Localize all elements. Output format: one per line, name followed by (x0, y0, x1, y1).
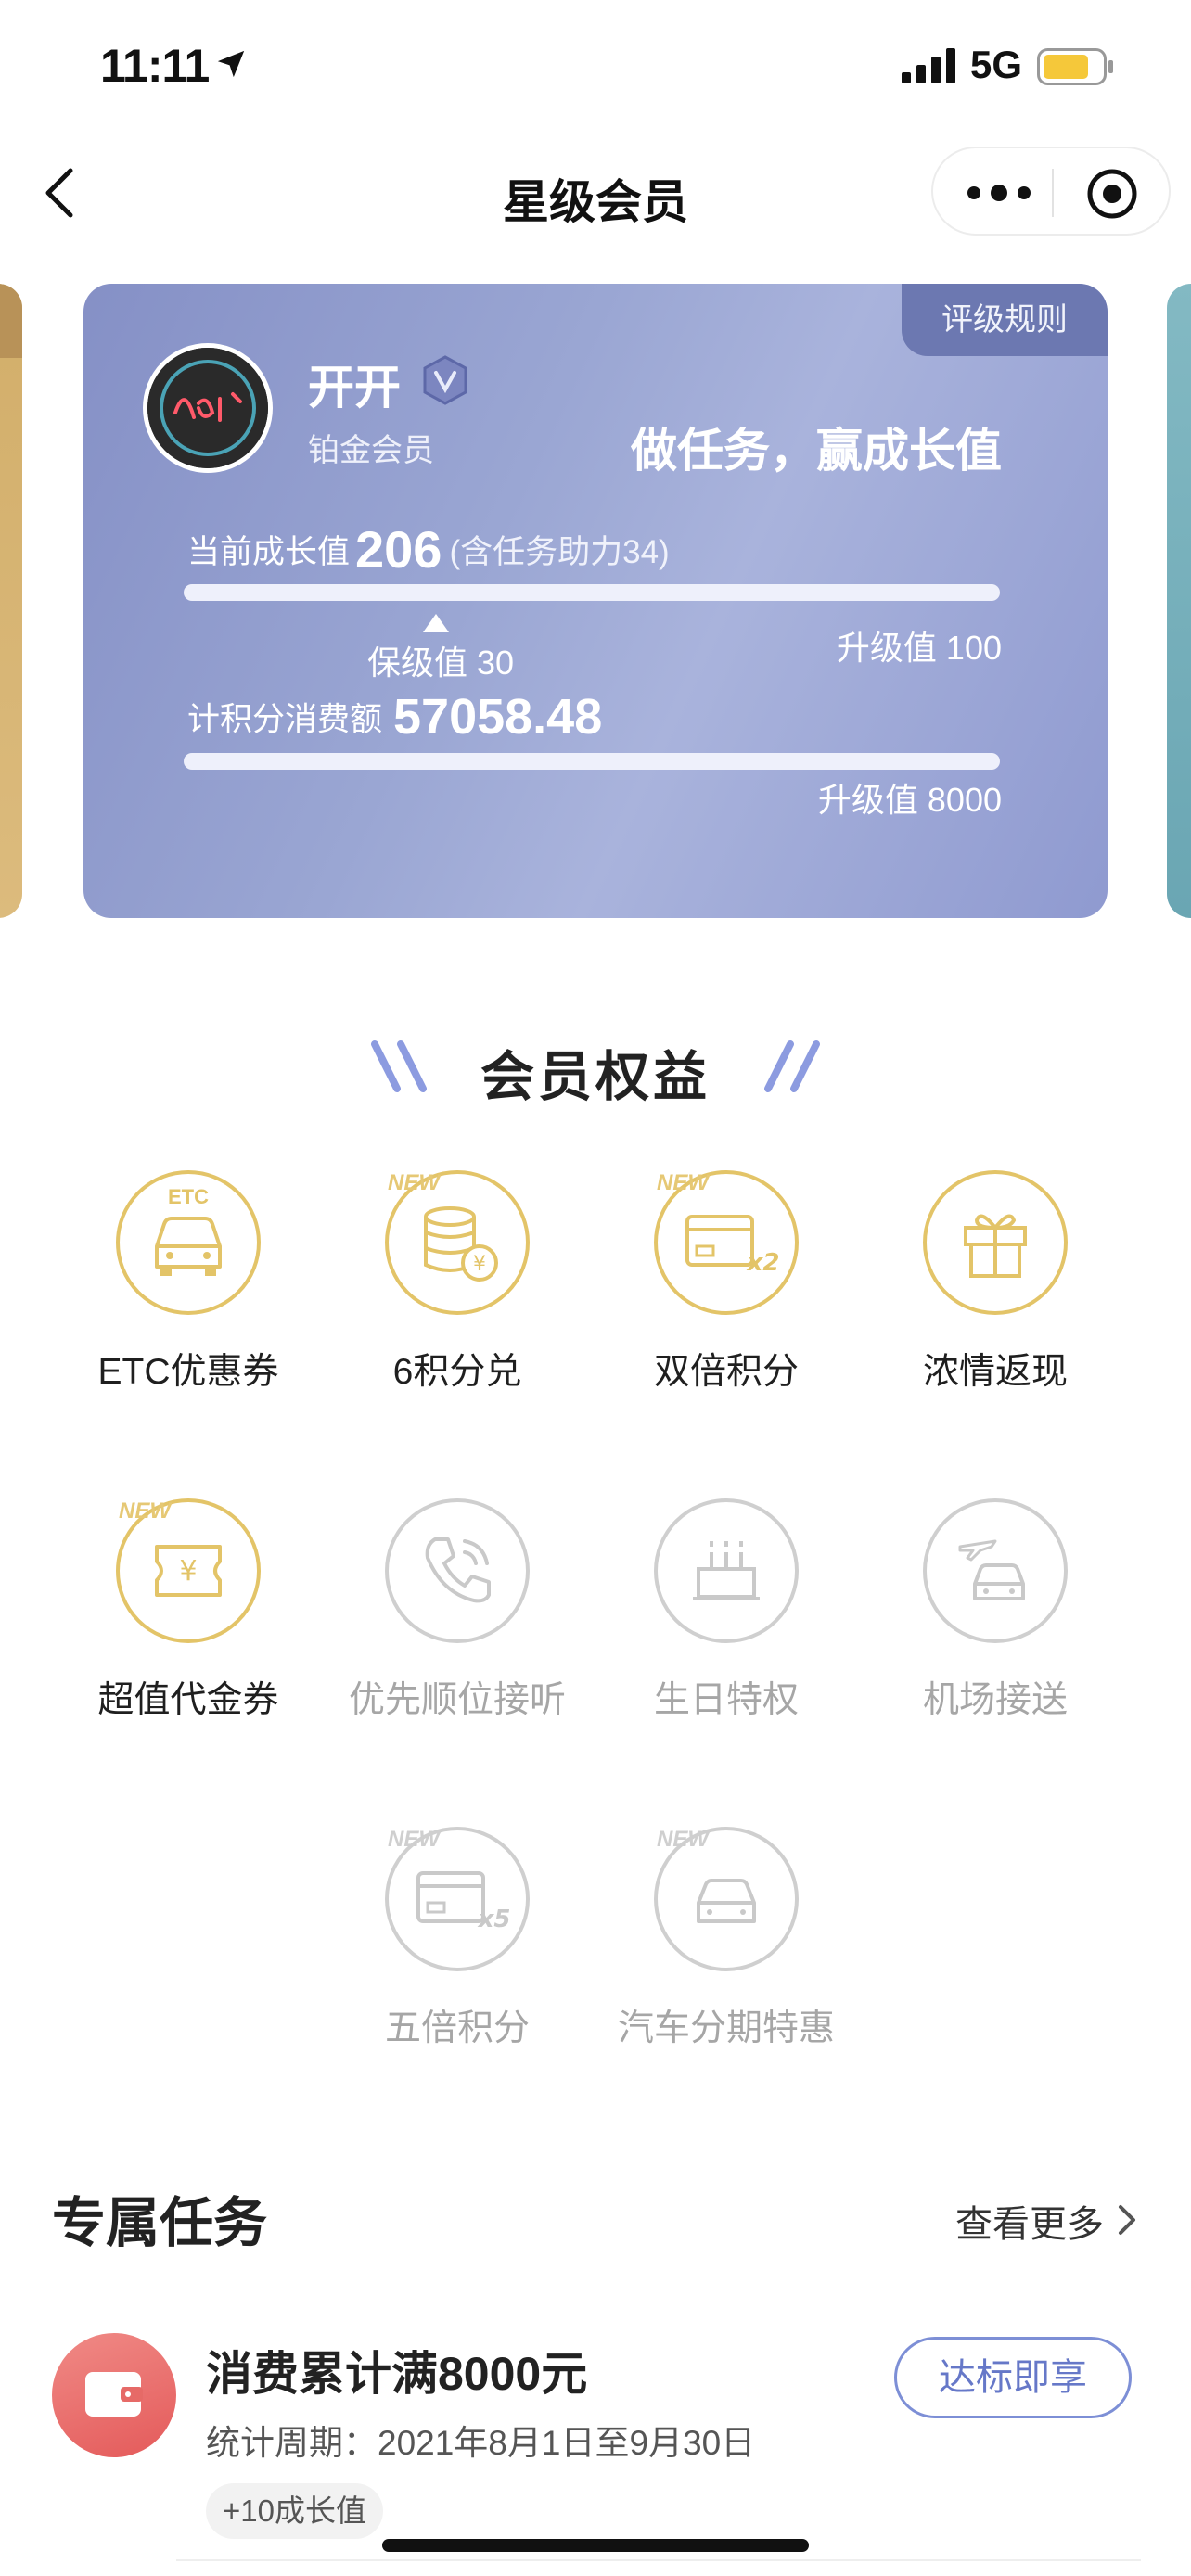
benefit-car-installment[interactable]: NEW 汽车分期特惠 (590, 1827, 859, 2049)
svg-text:¥: ¥ (473, 1253, 486, 1276)
growth-label: 当前成长值 (187, 534, 351, 570)
card-slogan: 做任务，赢成长值 (631, 425, 1002, 477)
user-name: 开开 (308, 362, 401, 414)
slash-decoration-icon (764, 1040, 820, 1092)
benefit-icon-ring (923, 1170, 1068, 1315)
benefit-label: 五倍积分 (384, 2009, 530, 2048)
airport-car-icon (958, 1539, 1025, 1600)
benefit-points-exchange[interactable]: ¥ NEW 6积分兑 (321, 1170, 590, 1393)
benefit-tag: ETC (168, 1185, 209, 1208)
location-arrow-icon (217, 50, 245, 78)
status-time: 11:11 (100, 40, 210, 92)
benefit-label: 超值代金券 (97, 1680, 279, 1720)
benefit-tag: NEW (119, 1498, 171, 1524)
task-icon (52, 2333, 176, 2457)
keep-level-value: 保级值 30 (367, 644, 515, 682)
svg-text:¥: ¥ (179, 1555, 197, 1588)
task-period: 统计周期：2021年8月1日至9月30日 (206, 2424, 756, 2462)
benefit-cashback[interactable]: 浓情返现 (859, 1170, 1128, 1393)
benefit-label: ETC优惠券 (97, 1352, 279, 1392)
benefit-label: 双倍积分 (653, 1352, 799, 1392)
spend-label: 计积分消费额 (187, 701, 383, 738)
benefit-icon-ring (923, 1498, 1068, 1643)
more-dots-icon[interactable] (965, 174, 1033, 211)
task-action-button[interactable]: 达标即享 (894, 2337, 1132, 2418)
benefit-label: 优先顺位接听 (348, 1680, 566, 1720)
benefit-label: 浓情返现 (922, 1352, 1068, 1392)
member-card: 评级规则 开开 铂金会员 做任务，赢成长值 当前成长值 206 (含任务助力34) … (83, 284, 1108, 918)
growth-value: 206 (355, 520, 442, 579)
mini-program-capsule (931, 147, 1171, 236)
keep-level-marker (423, 614, 449, 632)
benefit-tag: NEW (388, 1170, 440, 1195)
battery-icon (1037, 48, 1113, 85)
wallet-icon (85, 2372, 143, 2417)
next-level-card[interactable] (1167, 284, 1191, 918)
task-reward-badge: +10成长值 (206, 2483, 383, 2539)
member-level: 铂金会员 (308, 433, 434, 468)
benefit-label: 机场接送 (922, 1680, 1068, 1720)
benefit-double-points[interactable]: x2 NEW 双倍积分 (590, 1170, 859, 1393)
rating-rules-link[interactable]: 评级规则 (902, 284, 1108, 356)
svg-text:x5: x5 (477, 1906, 509, 1933)
benefit-label: 生日特权 (653, 1680, 799, 1720)
benefit-five-times-points[interactable]: x5 NEW 五倍积分 (321, 1827, 590, 2049)
growth-value-row: 当前成长值 206 (含任务助力34) (187, 519, 670, 580)
target-icon[interactable] (1085, 167, 1139, 221)
benefits-title: 会员权益 (480, 1047, 711, 1107)
avatar[interactable] (143, 343, 273, 473)
growth-progress-bar (184, 584, 1000, 601)
benefits-header: 会员权益 (0, 1027, 1191, 1111)
gift-icon (964, 1214, 1027, 1278)
benefit-icon-ring (654, 1498, 799, 1643)
benefit-priority-call[interactable]: 优先顺位接听 (321, 1498, 590, 1721)
benefit-airport-transfer[interactable]: 机场接送 (859, 1498, 1128, 1721)
card-x2-icon: x2 (685, 1215, 778, 1277)
spend-value: 57058.48 (393, 689, 603, 745)
see-more-link[interactable]: 查看更多 (955, 2194, 1104, 2248)
platinum-badge-icon (423, 355, 467, 405)
neon-avatar-image (147, 348, 268, 468)
tasks-title: 专属任务 (52, 2193, 268, 2253)
signal-icon (902, 48, 955, 83)
status-bar: 11:11 5G (0, 0, 1191, 130)
spend-progress-bar (184, 753, 1000, 770)
home-indicator[interactable] (382, 2539, 809, 2552)
nav-bar: 星级会员 (0, 139, 1191, 250)
benefit-voucher[interactable]: ¥ NEW 超值代金券 (52, 1498, 321, 1721)
card-x5-icon: x5 (416, 1871, 509, 1933)
spend-upgrade-value: 升级值 8000 (817, 781, 1002, 819)
slash-decoration-icon (371, 1040, 427, 1092)
svg-text:x2: x2 (746, 1249, 778, 1277)
birthday-cake-icon (693, 1541, 760, 1600)
chevron-right-icon[interactable] (1115, 2200, 1141, 2240)
benefit-tag: NEW (388, 1827, 440, 1852)
benefit-tag: NEW (657, 1170, 709, 1195)
benefit-icon-ring (385, 1498, 530, 1643)
spend-row: 计积分消费额 57058.48 (187, 688, 602, 746)
divider (176, 2559, 1141, 2561)
growth-upgrade-value: 升级值 100 (836, 629, 1002, 667)
voucher-icon: ¥ (155, 1545, 222, 1597)
phone-icon (425, 1537, 491, 1603)
benefit-etc-coupon[interactable]: ETC ETC优惠券 (52, 1170, 321, 1393)
car-installment-icon (697, 1879, 756, 1923)
capsule-divider (1052, 169, 1054, 217)
task-name: 消费累计满8000元 (206, 2348, 588, 2400)
growth-note: (含任务助力34) (449, 534, 670, 570)
coin-stack-icon: ¥ (424, 1206, 498, 1282)
benefit-tag: NEW (657, 1827, 709, 1852)
benefit-label: 6积分兑 (392, 1352, 522, 1392)
prev-level-card[interactable] (0, 284, 22, 918)
benefit-label: 汽车分期特惠 (617, 2009, 835, 2048)
benefit-birthday[interactable]: 生日特权 (590, 1498, 859, 1721)
network-type: 5G (970, 43, 1023, 86)
